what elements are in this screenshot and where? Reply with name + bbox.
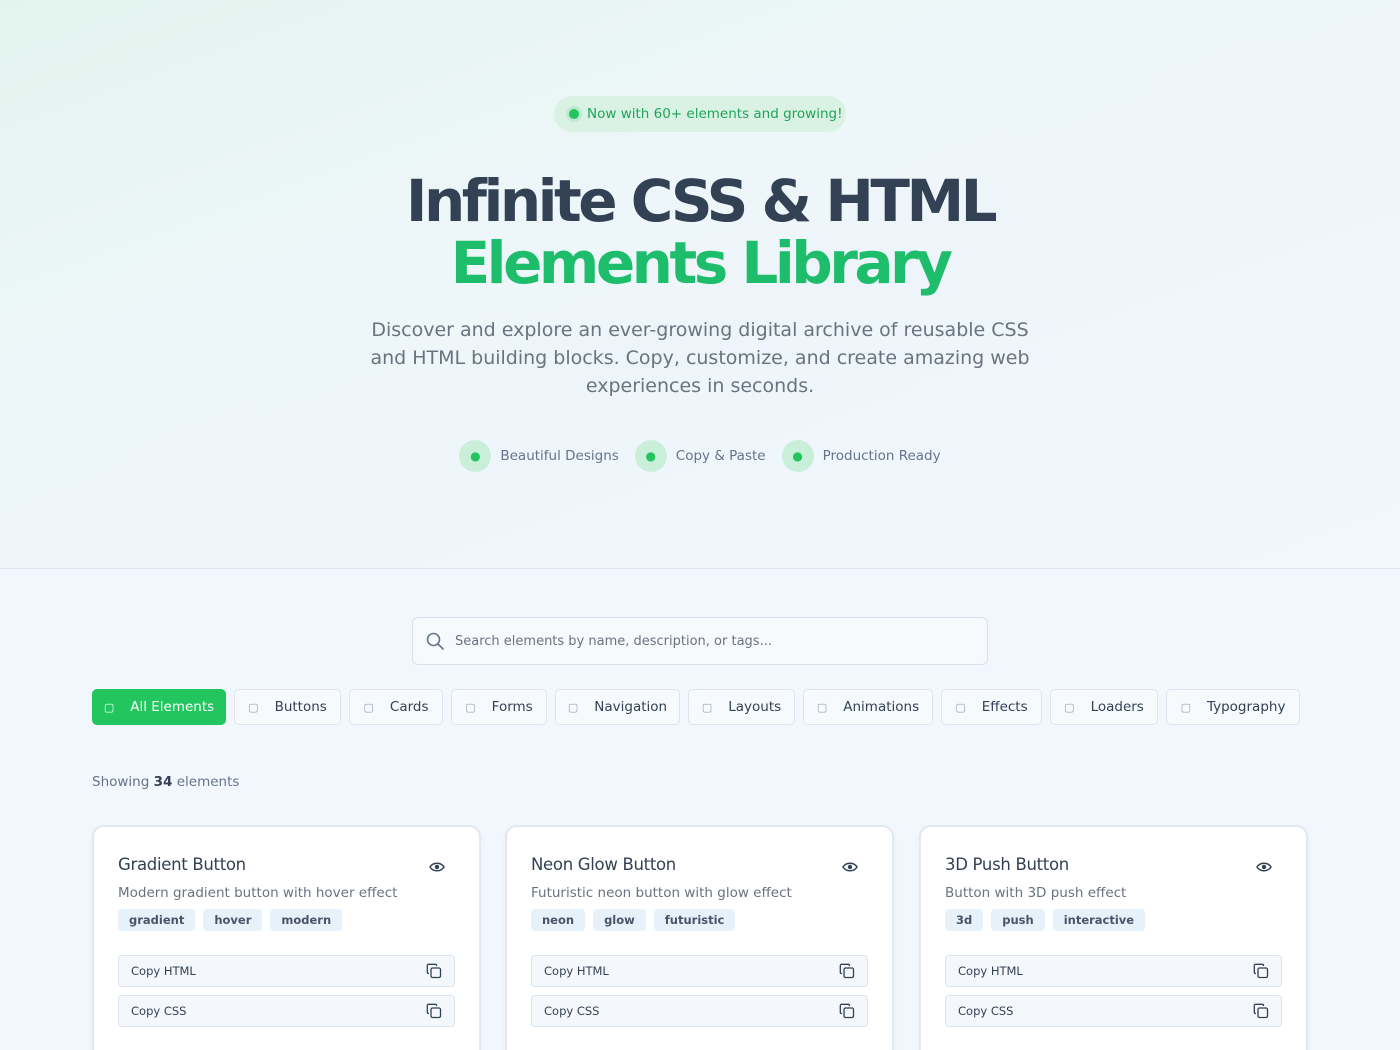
grid-icon: ▢ [103, 700, 115, 714]
copy-css-button[interactable]: Copy CSS [945, 995, 1282, 1027]
copy-html-label: Copy HTML [131, 964, 196, 978]
copy-html-button[interactable]: Copy HTML [945, 955, 1282, 987]
filter-navigation[interactable]: ▢ Navigation [555, 689, 680, 725]
filter-animations[interactable]: ▢ Animations [803, 689, 933, 725]
feature-label: Production Ready [822, 448, 941, 464]
tag: gradient [118, 909, 196, 931]
filter-label: Typography [1206, 699, 1286, 715]
copy-icon [426, 1003, 442, 1019]
filter-label: All Elements [130, 699, 215, 715]
filter-label: Loaders [1090, 699, 1144, 715]
preview-eye-icon[interactable] [1256, 861, 1272, 873]
element-card: Neon Glow Button Futuristic neon button … [505, 825, 894, 1050]
filter-label: Navigation [594, 699, 668, 715]
feature-label: Copy & Paste [675, 448, 766, 464]
tag: modern [270, 909, 343, 931]
tag: push [991, 909, 1045, 931]
filter-label: Cards [389, 699, 429, 715]
card-description: Futuristic neon button with glow effect [531, 885, 792, 901]
filter-effects[interactable]: ▢ Effects [941, 689, 1042, 725]
copy-css-label: Copy CSS [131, 1004, 187, 1018]
feature-item: ● Beautiful Designs [459, 440, 619, 472]
results-number: 34 [153, 774, 173, 790]
filter-all-elements[interactable]: ▢ All Elements [92, 689, 226, 725]
card-tags: gradient hover modern [118, 909, 343, 931]
feature-item: ● Copy & Paste [634, 440, 766, 472]
results-count: Showing 34 elements [92, 774, 239, 790]
preview-eye-icon[interactable] [429, 861, 445, 873]
copy-html-label: Copy HTML [958, 964, 1023, 978]
search-icon [426, 632, 444, 650]
hero-section: Now with 60+ elements and growing! Infin… [0, 0, 1400, 569]
feature-label: Beautiful Designs [500, 448, 619, 464]
copy-icon [839, 963, 855, 979]
filter-cards[interactable]: ▢ Cards [349, 689, 443, 725]
card-title: Gradient Button [118, 855, 246, 874]
filter-label: Buttons [274, 699, 327, 715]
new-elements-badge: Now with 60+ elements and growing! [554, 96, 846, 132]
card-icon: ▢ [363, 700, 374, 714]
animation-icon: ▢ [816, 700, 828, 714]
copy-icon [1253, 1003, 1269, 1019]
card-description: Modern gradient button with hover effect [118, 885, 398, 901]
card-title: Neon Glow Button [531, 855, 676, 874]
page-title-line1: Infinite CSS & HTML [405, 167, 998, 235]
copy-css-button[interactable]: Copy CSS [531, 995, 868, 1027]
page-title-line2: Elements Library [450, 229, 953, 297]
copy-css-button[interactable]: Copy CSS [118, 995, 455, 1027]
copy-html-label: Copy HTML [544, 964, 609, 978]
copy-css-label: Copy CSS [544, 1004, 600, 1018]
filter-loaders[interactable]: ▢ Loaders [1050, 689, 1158, 725]
copy-icon [426, 963, 442, 979]
filter-buttons[interactable]: ▢ Buttons [234, 689, 341, 725]
results-prefix: Showing [92, 774, 150, 790]
copy-html-button[interactable]: Copy HTML [531, 955, 868, 987]
copy-icon: ● [634, 440, 667, 472]
tag: 3d [945, 909, 984, 931]
filter-forms[interactable]: ▢ Forms [451, 689, 547, 725]
form-icon: ▢ [465, 700, 476, 714]
card-tags: 3d push interactive [945, 909, 1146, 931]
preview-eye-icon[interactable] [842, 861, 858, 873]
tag: hover [203, 909, 263, 931]
search-input[interactable] [455, 633, 987, 649]
card-tags: neon glow futuristic [531, 909, 736, 931]
tag: interactive [1052, 909, 1146, 931]
filter-label: Layouts [728, 699, 782, 715]
tag: futuristic [653, 909, 736, 931]
card-title: 3D Push Button [945, 855, 1069, 874]
filter-label: Effects [981, 699, 1028, 715]
element-card: 3D Push Button Button with 3D push effec… [919, 825, 1308, 1050]
element-card: Gradient Button Modern gradient button w… [92, 825, 481, 1050]
typography-icon: ▢ [1180, 700, 1191, 714]
copy-css-label: Copy CSS [958, 1004, 1014, 1018]
copy-icon [839, 1003, 855, 1019]
rocket-icon: ● [781, 440, 814, 472]
badge-text: Now with 60+ elements and growing! [587, 106, 843, 122]
button-icon: ▢ [248, 700, 259, 714]
filter-label: Animations [843, 699, 920, 715]
copy-html-button[interactable]: Copy HTML [118, 955, 455, 987]
layout-icon: ▢ [701, 700, 713, 714]
filter-label: Forms [491, 699, 533, 715]
loader-icon: ▢ [1064, 700, 1075, 714]
feature-list: ● Beautiful Designs ● Copy & Paste ● Pro… [0, 440, 1400, 472]
filter-typography[interactable]: ▢ Typography [1166, 689, 1300, 725]
copy-icon [1253, 963, 1269, 979]
palette-icon: ● [459, 440, 492, 472]
results-suffix: elements [176, 774, 240, 790]
hero-subtitle: Discover and explore an ever-growing dig… [370, 319, 1030, 397]
status-dot-icon [569, 109, 579, 119]
tag: neon [531, 909, 586, 931]
navigation-icon: ▢ [567, 700, 579, 714]
effects-icon: ▢ [955, 700, 966, 714]
search-bar [412, 617, 988, 665]
card-description: Button with 3D push effect [945, 885, 1127, 901]
filter-layouts[interactable]: ▢ Layouts [688, 689, 795, 725]
feature-item: ● Production Ready [781, 440, 941, 472]
tag: glow [593, 909, 646, 931]
